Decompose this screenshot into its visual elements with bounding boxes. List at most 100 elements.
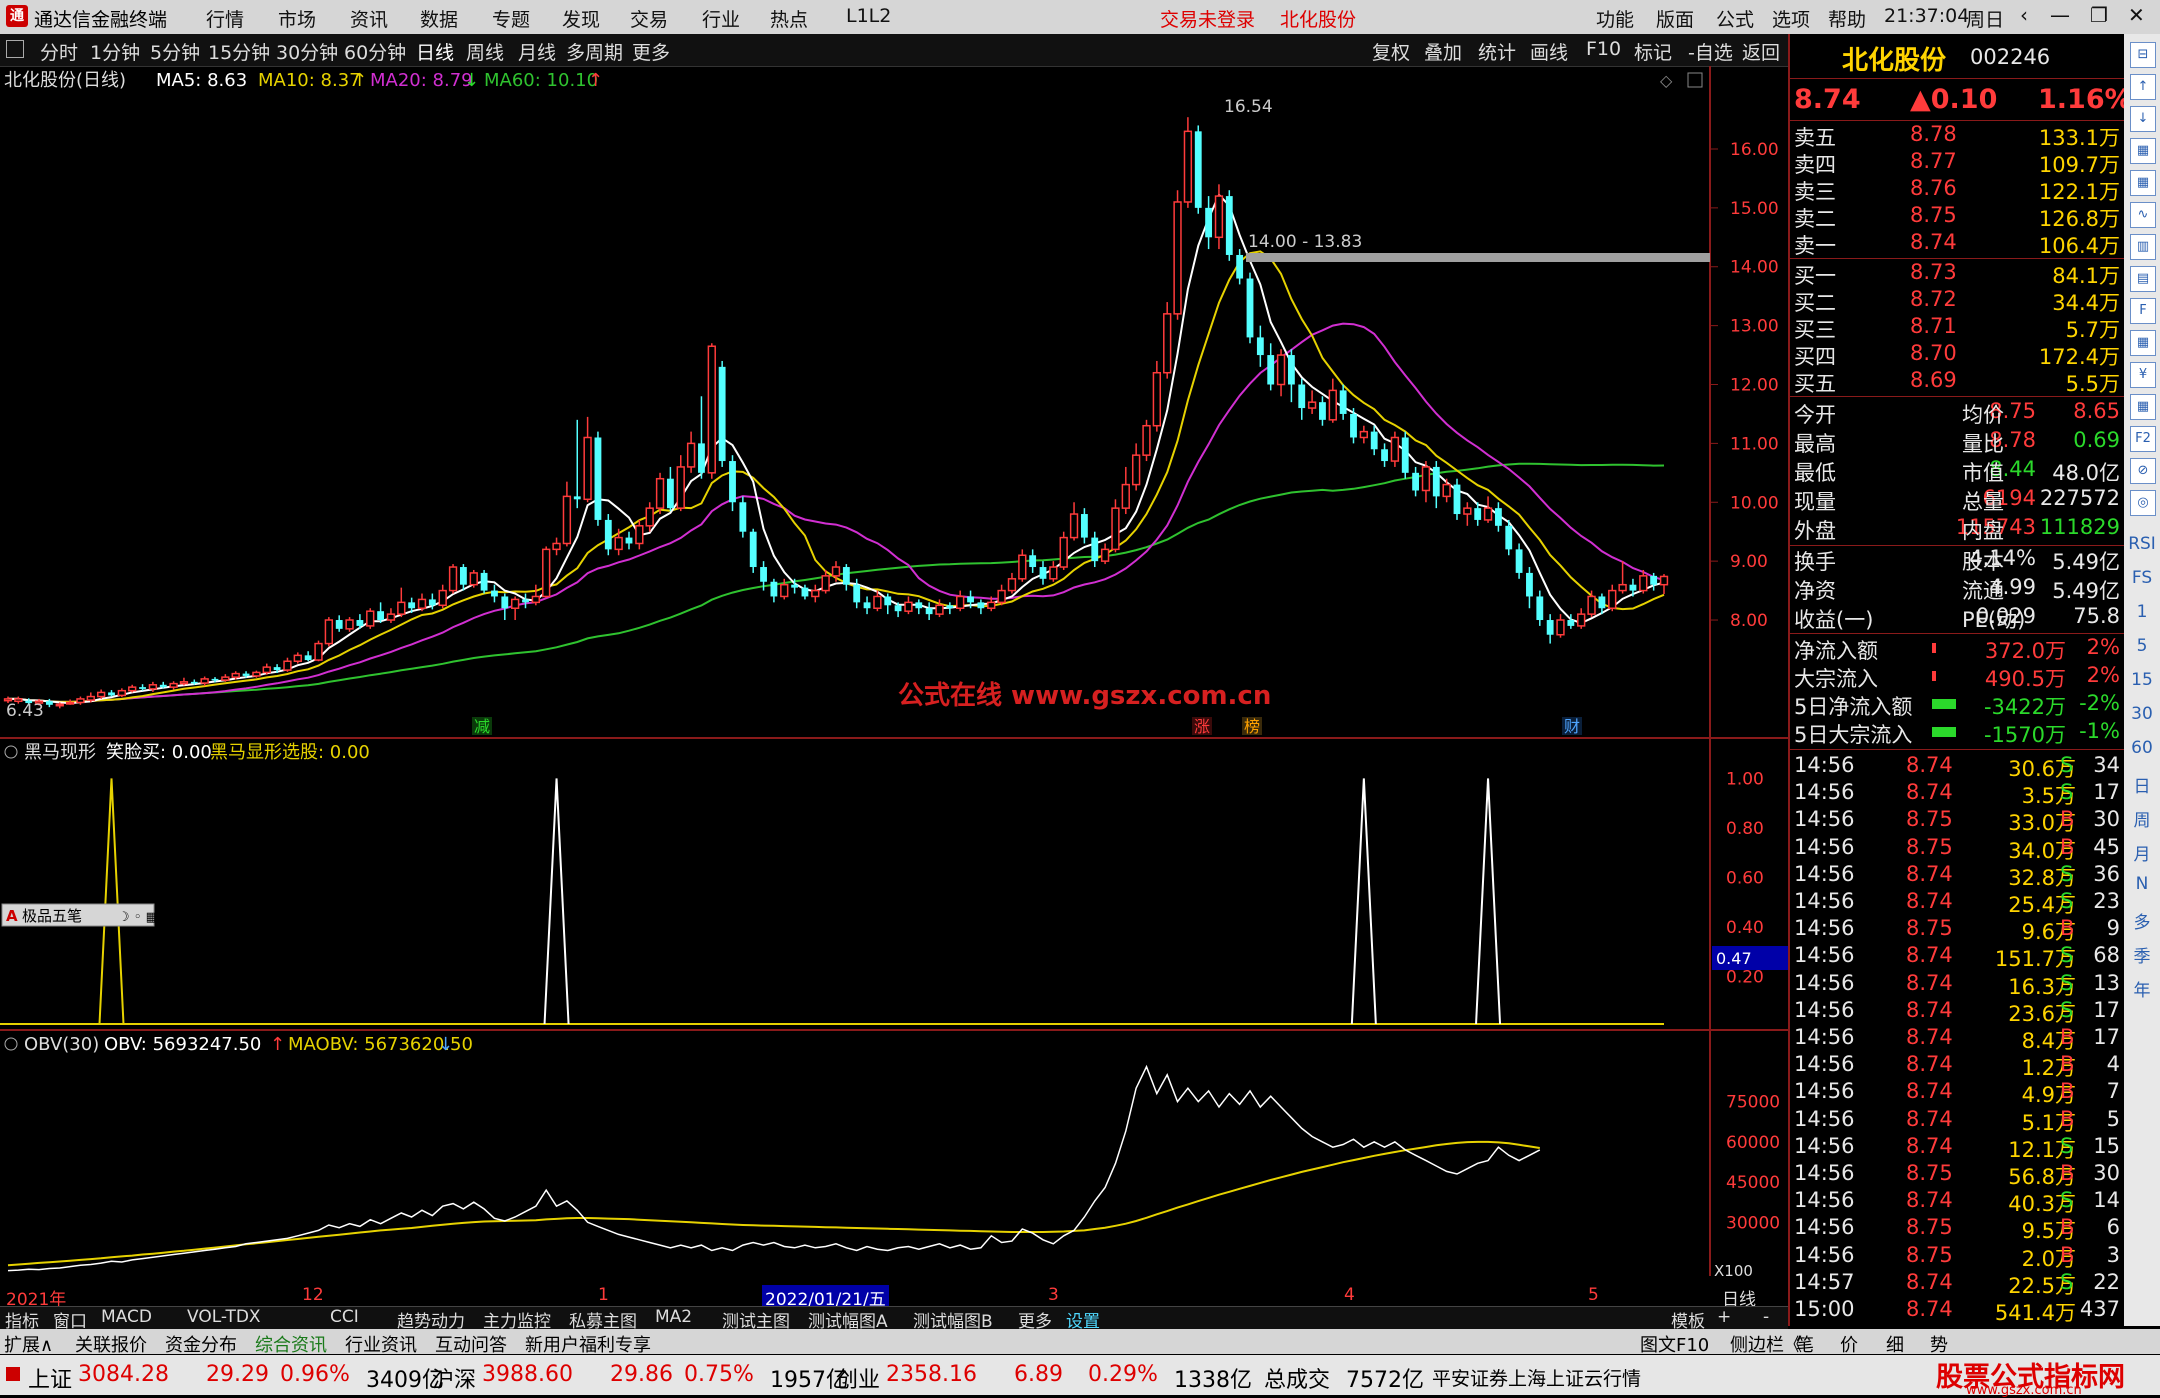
candle[interactable] — [200, 676, 209, 686]
back-icon[interactable]: ‹ — [2020, 3, 2028, 27]
candle[interactable] — [552, 537, 561, 556]
menu-8[interactable]: 热点 — [770, 5, 808, 32]
menu-7[interactable]: 行业 — [702, 5, 740, 32]
candle[interactable] — [1205, 196, 1213, 250]
candle[interactable] — [1307, 390, 1317, 414]
sidebar-text-0[interactable]: RSI — [2124, 534, 2160, 554]
candle[interactable] — [604, 514, 612, 556]
candle[interactable] — [417, 593, 427, 612]
candle[interactable] — [884, 593, 892, 615]
candle[interactable] — [1194, 125, 1202, 214]
ext-right-1[interactable]: 侧边栏《 — [1730, 1331, 1802, 1357]
candle[interactable] — [45, 698, 53, 708]
candle[interactable] — [1359, 425, 1369, 444]
candle[interactable] — [1536, 590, 1544, 626]
period-8[interactable]: 月线 — [518, 38, 556, 65]
candle[interactable] — [386, 608, 396, 623]
candle[interactable] — [718, 360, 726, 467]
candle[interactable] — [1100, 543, 1110, 565]
indicator-tab-8[interactable]: MA2 — [652, 1307, 695, 1327]
sidebar-tool-icon-0[interactable]: ⊟ — [2130, 42, 2156, 68]
period-7[interactable]: 周线 — [466, 38, 504, 65]
period-4[interactable]: 30分钟 — [276, 38, 338, 65]
candle[interactable] — [749, 528, 757, 573]
ext-right-0[interactable]: 图文F10 — [1640, 1331, 1709, 1357]
candle[interactable] — [76, 696, 85, 705]
candle[interactable] — [169, 681, 178, 690]
candle[interactable] — [501, 593, 509, 621]
sidebar-text-3[interactable]: 5 — [2124, 636, 2160, 656]
menu-9[interactable]: L1L2 — [846, 5, 891, 27]
candle[interactable] — [1370, 425, 1378, 456]
candle[interactable] — [1442, 478, 1451, 503]
candle[interactable] — [304, 651, 312, 662]
candle[interactable] — [1287, 349, 1295, 403]
indicator1-toggle-icon[interactable] — [4, 745, 18, 759]
candle[interactable] — [1163, 302, 1172, 379]
status-index-name-2[interactable]: 创业 — [836, 1362, 880, 1394]
candle[interactable] — [1381, 443, 1388, 467]
candle[interactable] — [1515, 543, 1523, 579]
candle[interactable] — [676, 455, 685, 512]
sidebar-tool-icon-12[interactable]: F2 — [2130, 426, 2156, 452]
close-icon[interactable]: ✕ — [2128, 3, 2145, 27]
indicator2-toggle-icon[interactable] — [4, 1037, 18, 1051]
candle[interactable] — [1328, 378, 1337, 423]
candle[interactable] — [1463, 502, 1472, 526]
candle[interactable] — [1401, 431, 1409, 479]
candle[interactable] — [293, 652, 302, 664]
sidebar-text-8[interactable]: 周 — [2124, 806, 2160, 831]
chart-diamond-icon[interactable]: ◇ — [1660, 71, 1673, 90]
candle[interactable] — [1080, 508, 1088, 544]
sidebar-text-5[interactable]: 30 — [2124, 704, 2160, 724]
candle[interactable] — [1659, 574, 1669, 595]
sidebar-tool-icon-10[interactable]: ¥ — [2130, 362, 2156, 388]
candle[interactable] — [1059, 531, 1068, 570]
candle[interactable] — [117, 688, 127, 698]
candle[interactable] — [377, 602, 385, 623]
event-tag-rank[interactable]: 榜 — [1244, 717, 1260, 736]
candle[interactable] — [904, 596, 913, 615]
candle[interactable] — [459, 564, 467, 591]
candle[interactable] — [1039, 561, 1047, 585]
sidebar-tool-icon-6[interactable]: ▥ — [2130, 234, 2156, 260]
candle[interactable] — [522, 593, 529, 609]
ext-item-1[interactable]: 关联报价 — [75, 1331, 147, 1357]
candle[interactable] — [707, 343, 716, 479]
candle[interactable] — [262, 663, 271, 675]
chart-area[interactable]: 8.00 9.00 10.00 11.00 12.00 13.00 14.00 15.00 16… — [0, 66, 1788, 1276]
candle[interactable] — [314, 640, 323, 662]
status-index-name-1[interactable]: 沪深 — [432, 1362, 476, 1394]
candle[interactable] — [1214, 184, 1224, 250]
menu-2[interactable]: 资讯 — [350, 5, 388, 32]
ext-right-5[interactable]: 势 — [1930, 1331, 1948, 1357]
sidebar-text-10[interactable]: N — [2124, 874, 2160, 894]
tab-right-2[interactable]: - — [1760, 1307, 1772, 1327]
candle[interactable] — [645, 502, 654, 532]
ext-item-0[interactable]: 扩展∧ — [4, 1331, 53, 1357]
candle[interactable] — [491, 584, 498, 603]
candle[interactable] — [1246, 272, 1254, 344]
status-index-name-0[interactable]: 上证 — [28, 1362, 72, 1394]
chart-tool-6[interactable]: -自选 — [1688, 38, 1733, 65]
candle[interactable] — [1173, 190, 1182, 320]
chart-tool-1[interactable]: 叠加 — [1424, 38, 1462, 65]
chart-tool-0[interactable]: 复权 — [1372, 38, 1410, 65]
menu-3[interactable]: 数据 — [420, 5, 458, 32]
sidebar-text-12[interactable]: 季 — [2124, 942, 2160, 967]
period-1[interactable]: 1分钟 — [90, 38, 140, 65]
candle[interactable] — [510, 596, 520, 621]
candle[interactable] — [179, 677, 189, 686]
candle[interactable] — [1556, 614, 1565, 638]
candle[interactable] — [128, 684, 137, 693]
candle[interactable] — [583, 416, 592, 503]
toggle-panel-icon[interactable] — [6, 40, 24, 58]
sidebar-tool-icon-5[interactable]: ∿ — [2130, 202, 2156, 228]
minimize-icon[interactable]: — — [2050, 3, 2070, 27]
candle[interactable] — [542, 546, 551, 598]
sidebar-tool-icon-8[interactable]: F — [2130, 298, 2156, 324]
candle[interactable] — [345, 617, 354, 632]
candle[interactable] — [801, 584, 809, 600]
event-tag-rise[interactable]: 涨 — [1194, 717, 1210, 736]
candle[interactable] — [997, 584, 1006, 606]
